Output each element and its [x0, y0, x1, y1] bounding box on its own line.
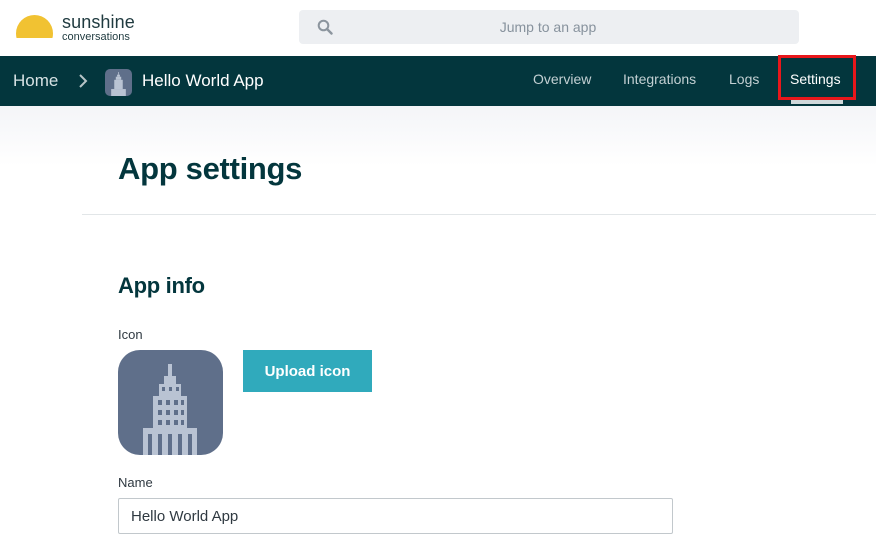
logo-brand-name: sunshine — [62, 12, 135, 32]
tab-integrations[interactable]: Integrations — [623, 71, 696, 87]
breadcrumb-app-name[interactable]: Hello World App — [142, 71, 264, 91]
app-navbar: Home Hello World App Overview Integratio… — [0, 56, 876, 106]
active-tab-indicator — [791, 100, 843, 104]
sunshine-logo[interactable]: sunshine conversations — [16, 12, 156, 44]
chevron-right-icon — [79, 74, 88, 88]
icon-label: Icon — [118, 327, 143, 342]
page-title: App settings — [118, 151, 303, 186]
top-bar: sunshine conversations — [0, 0, 876, 56]
search-input[interactable] — [343, 10, 753, 44]
search-icon — [317, 19, 333, 35]
breadcrumb-home[interactable]: Home — [13, 71, 58, 91]
settings-tab-highlight — [778, 55, 856, 100]
upload-icon-button[interactable]: Upload icon — [243, 350, 372, 392]
logo-brand-subtitle: conversations — [62, 31, 130, 43]
breadcrumb-app-icon — [105, 69, 132, 96]
name-label: Name — [118, 475, 153, 490]
title-divider — [82, 214, 876, 215]
sun-logo-icon — [16, 12, 53, 38]
tab-logs[interactable]: Logs — [729, 71, 759, 87]
section-title-app-info: App info — [118, 273, 205, 298]
building-icon — [143, 364, 197, 455]
app-search[interactable] — [299, 10, 799, 44]
app-icon-preview — [118, 350, 223, 455]
app-name-field[interactable] — [118, 498, 673, 534]
building-icon — [111, 72, 126, 96]
tab-overview[interactable]: Overview — [533, 71, 591, 87]
